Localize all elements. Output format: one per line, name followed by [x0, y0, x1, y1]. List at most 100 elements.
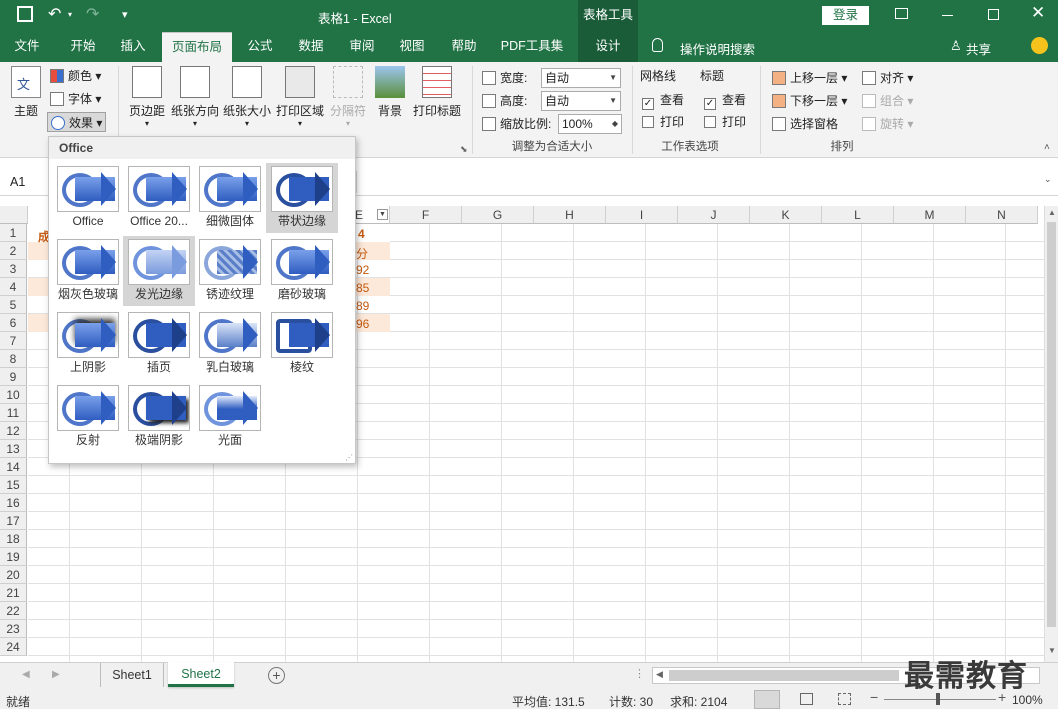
page-layout-view-icon[interactable]	[800, 693, 813, 705]
effect-subtle-solids[interactable]: 细微固体	[194, 163, 266, 233]
row-header[interactable]: 1	[0, 224, 27, 242]
align-button[interactable]: 对齐 ▾	[862, 68, 913, 88]
select-all-corner[interactable]	[0, 206, 28, 224]
collapse-ribbon-icon[interactable]: ˄	[1044, 142, 1050, 153]
gridlines-view-checkbox[interactable]: ✓ 查看	[642, 90, 684, 110]
effect-riblet[interactable]: 棱纹	[266, 309, 338, 379]
row-header[interactable]: 16	[0, 494, 27, 512]
row-header[interactable]: 19	[0, 548, 27, 566]
minimize-icon[interactable]	[942, 15, 953, 16]
effect-inset[interactable]: 插页	[123, 309, 195, 379]
tab-home[interactable]: 开始	[58, 32, 108, 62]
zoom-out-icon[interactable]: −	[870, 689, 878, 705]
undo-dropdown-icon[interactable]: ▾	[68, 10, 72, 19]
save-icon[interactable]	[17, 6, 33, 22]
row-header[interactable]: 2	[0, 242, 27, 260]
effect-grunge-texture[interactable]: 锈迹纹理	[194, 236, 266, 306]
smiley-icon[interactable]	[1031, 37, 1048, 54]
themes-button[interactable]: 文 主题	[8, 66, 44, 119]
maximize-icon[interactable]	[988, 9, 999, 20]
page-setup-launcher-icon[interactable]: ⬊	[460, 144, 468, 155]
customize-toolbar-icon[interactable]: ▾	[122, 8, 128, 21]
column-header[interactable]: M	[894, 206, 966, 224]
resize-grip-icon[interactable]: ⋰	[345, 453, 353, 462]
bring-forward-button[interactable]: 上移一层 ▾	[772, 68, 847, 88]
sheet-tab-sheet2[interactable]: Sheet2	[168, 662, 234, 687]
row-header[interactable]: 17	[0, 512, 27, 530]
width-select[interactable]: 自动 ▼	[541, 68, 621, 88]
selection-pane-button[interactable]: 选择窗格	[772, 114, 838, 134]
zoom-slider-thumb[interactable]	[936, 693, 940, 705]
column-header[interactable]: I	[606, 206, 678, 224]
cell-e6[interactable]: 96	[356, 317, 369, 331]
ribbon-display-icon[interactable]	[895, 8, 908, 19]
column-header[interactable]: L	[822, 206, 894, 224]
undo-icon[interactable]: ↶	[48, 4, 61, 24]
row-header[interactable]: 22	[0, 602, 27, 620]
row-header[interactable]: 20	[0, 566, 27, 584]
margins-button[interactable]: 页边距 ▾	[125, 66, 169, 128]
fonts-button[interactable]: 字体 ▾	[50, 89, 101, 109]
gridlines-print-checkbox[interactable]: 打印	[642, 112, 684, 132]
tab-page-layout[interactable]: 页面布局	[162, 32, 232, 62]
effect-glossy[interactable]: 光面	[194, 382, 266, 452]
cell-e2[interactable]: 分	[356, 245, 368, 262]
column-header[interactable]: J	[678, 206, 750, 224]
page-break-view-icon[interactable]	[838, 693, 851, 705]
row-header[interactable]: 12	[0, 422, 27, 440]
effect-milk-glass[interactable]: 乳白玻璃	[194, 309, 266, 379]
effects-button[interactable]: 效果 ▾	[47, 112, 107, 132]
row-header[interactable]: 3	[0, 260, 27, 278]
tab-pdf-tools[interactable]: PDF工具集	[494, 32, 570, 62]
tab-insert[interactable]: 插入	[110, 32, 156, 62]
formula-input[interactable]	[356, 171, 1036, 193]
sheet-tab-sheet1[interactable]: Sheet1	[100, 663, 164, 687]
effect-extreme-shadow[interactable]: 极端阴影	[123, 382, 195, 452]
share-button[interactable]: 共享	[966, 39, 991, 58]
row-header[interactable]: 21	[0, 584, 27, 602]
filter-dropdown-icon[interactable]: ▼	[377, 209, 388, 220]
next-sheet-icon[interactable]: ▶	[52, 669, 60, 680]
column-header[interactable]: N	[966, 206, 1038, 224]
row-header[interactable]: 13	[0, 440, 27, 458]
tab-file[interactable]: 文件	[4, 32, 50, 62]
row-header[interactable]: 6	[0, 314, 27, 332]
effect-top-shadow[interactable]: 上阴影	[52, 309, 124, 379]
name-box[interactable]: A1	[4, 171, 44, 193]
tab-split-handle[interactable]: ⋮	[634, 667, 645, 680]
height-select[interactable]: 自动 ▼	[541, 91, 621, 111]
cell-e1[interactable]: 4	[358, 227, 365, 241]
row-header[interactable]: 8	[0, 350, 27, 368]
headings-print-checkbox[interactable]: 打印	[704, 112, 746, 132]
column-header[interactable]: H	[534, 206, 606, 224]
row-header[interactable]: 14	[0, 458, 27, 476]
row-header[interactable]: 9	[0, 368, 27, 386]
size-button[interactable]: 纸张大小 ▾	[222, 66, 272, 128]
row-header[interactable]: 4	[0, 278, 27, 296]
effect-reflection[interactable]: 反射	[52, 382, 124, 452]
tab-formulas[interactable]: 公式	[240, 32, 280, 62]
expand-formula-icon[interactable]: ⌄	[1044, 174, 1052, 185]
column-header[interactable]: K	[750, 206, 822, 224]
row-header[interactable]: 5	[0, 296, 27, 314]
row-header[interactable]: 18	[0, 530, 27, 548]
vertical-scroll-thumb[interactable]	[1047, 222, 1056, 627]
effect-smoky-glass[interactable]: 烟灰色玻璃	[52, 236, 124, 306]
zoom-in-icon[interactable]: +	[998, 689, 1006, 705]
row-header[interactable]: 15	[0, 476, 27, 494]
row-header[interactable]: 7	[0, 332, 27, 350]
effect-glow-edge[interactable]: 发光边缘	[123, 236, 195, 306]
prev-sheet-icon[interactable]: ◀	[22, 669, 30, 680]
add-sheet-icon[interactable]: +	[268, 667, 285, 684]
zoom-slider[interactable]	[884, 699, 996, 700]
print-titles-button[interactable]: 打印标题	[410, 66, 464, 119]
column-header[interactable]: G	[462, 206, 534, 224]
tab-design[interactable]: 设计	[578, 32, 638, 62]
close-icon[interactable]: ✕	[1031, 3, 1045, 23]
vertical-scrollbar[interactable]: ▲ ▼	[1044, 206, 1058, 662]
column-header-e[interactable]: E ▼	[355, 206, 390, 224]
background-button[interactable]: 背景	[372, 66, 408, 119]
effect-office[interactable]: Office	[52, 163, 124, 233]
tab-view[interactable]: 视图	[392, 32, 432, 62]
colors-button[interactable]: 颜色 ▾	[50, 66, 101, 86]
